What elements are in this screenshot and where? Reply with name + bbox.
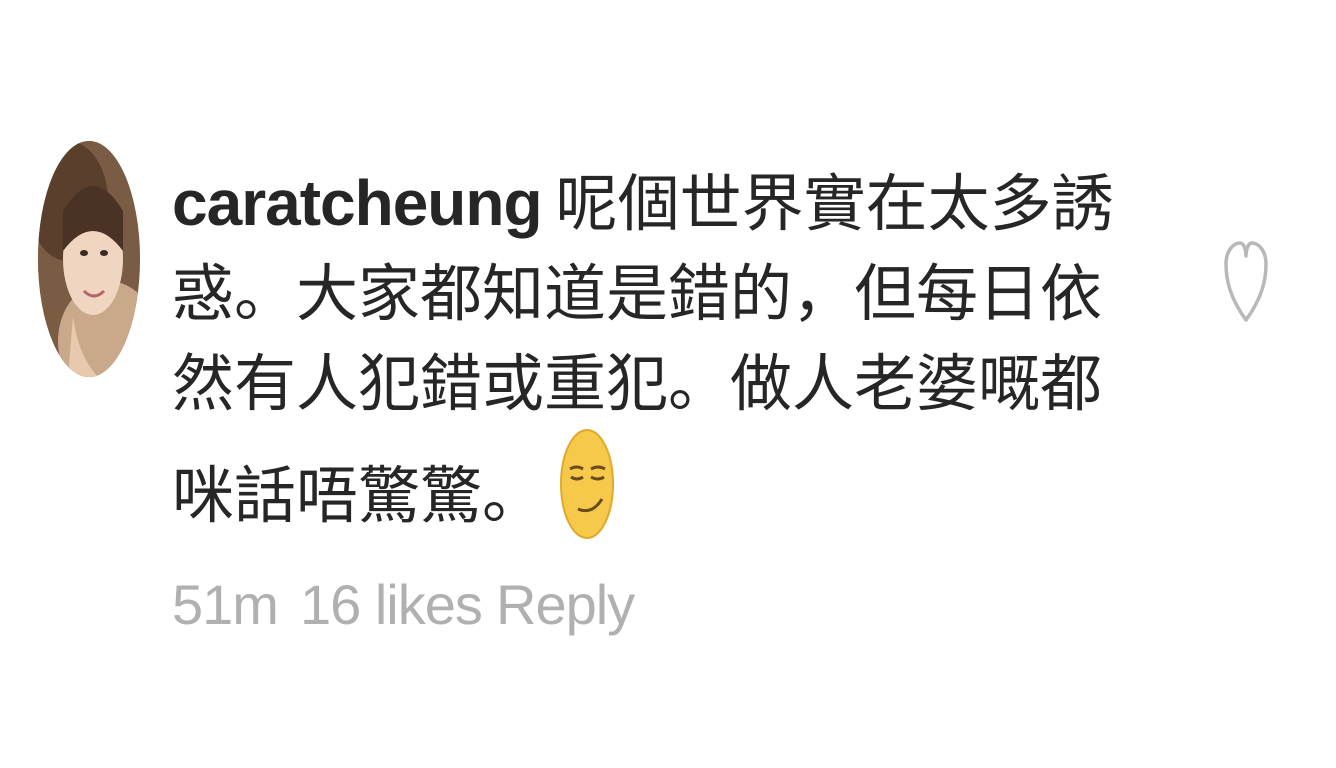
smirking-face-icon (560, 429, 615, 539)
heart-outline-icon[interactable] (1224, 240, 1268, 324)
timestamp: 51m (172, 573, 279, 636)
username-link[interactable]: caratcheung (172, 167, 543, 239)
comment-body: caratcheung 呢個世界實在太多誘惑。大家都知道是錯的，但每日依然有人犯錯… (172, 158, 1162, 541)
likes-count[interactable]: 16 likes (300, 572, 496, 637)
avatar[interactable] (38, 141, 140, 377)
avatar-photo (38, 141, 140, 377)
comment-item: caratcheung 呢個世界實在太多誘惑。大家都知道是錯的，但每日依然有人犯錯… (0, 0, 1336, 768)
comment-meta: 51m 16 likes Reply (172, 572, 635, 637)
reply-button[interactable]: Reply (496, 572, 635, 637)
